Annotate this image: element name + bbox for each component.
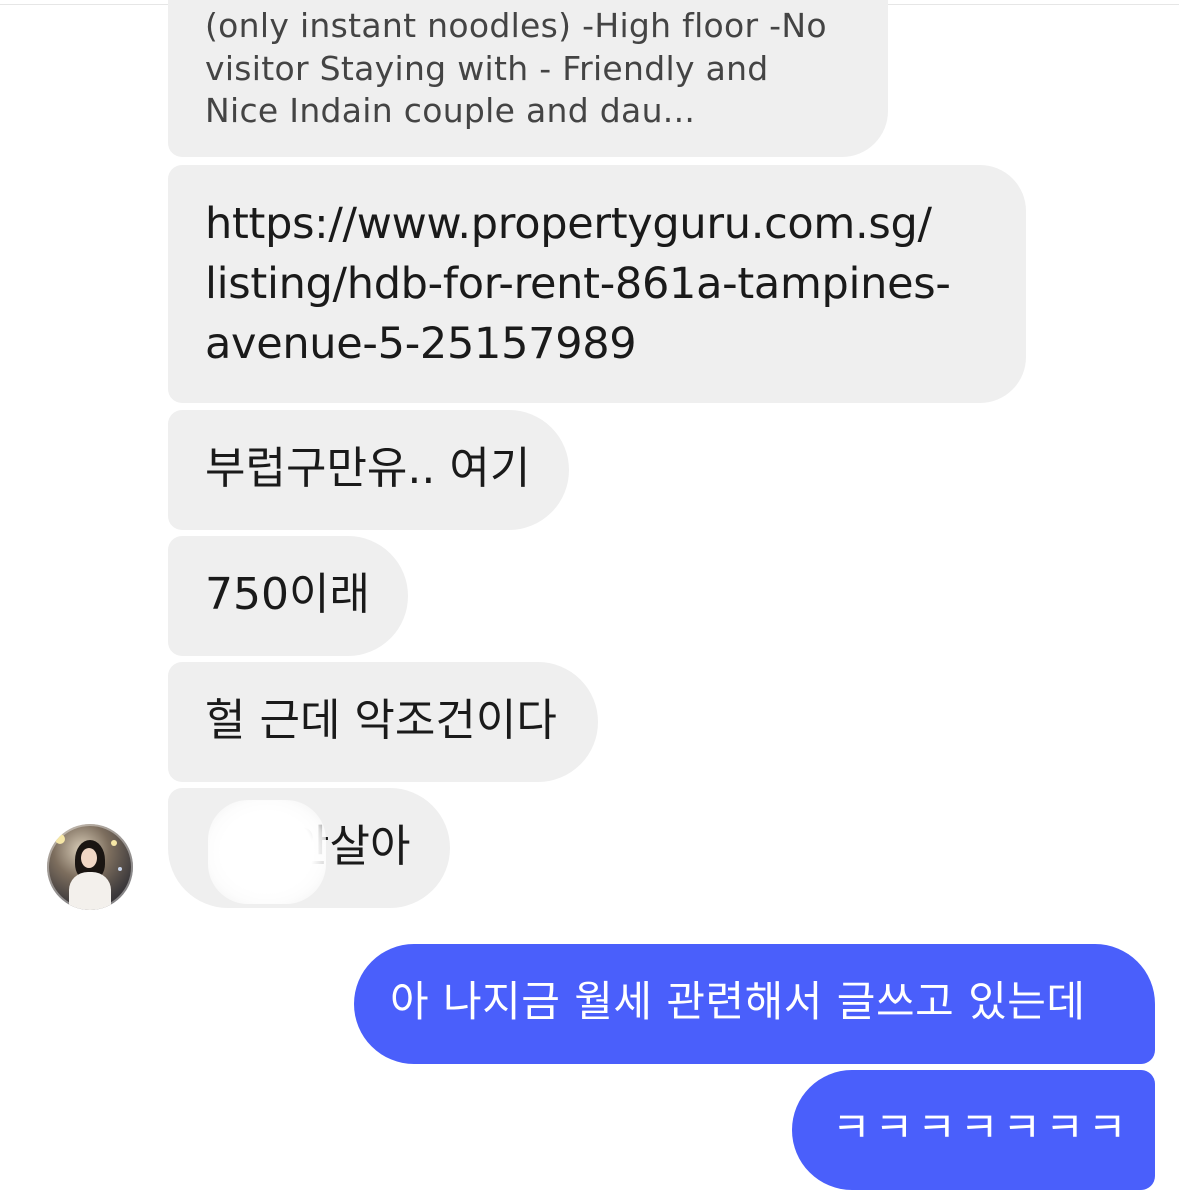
sent-message-text: ㅋㅋㅋㅋㅋㅋㅋ: [832, 1103, 1131, 1152]
listing-preview-bubble[interactable]: (only instant noodles) -High floor -No v…: [168, 0, 888, 157]
redaction-blur: [208, 800, 326, 904]
avatar-shirt: [69, 872, 111, 910]
received-message-text: 750이래: [205, 569, 370, 620]
received-message-text: 헐 근데 악조건이다: [205, 695, 557, 746]
sent-message-text: 아 나지금 월세 관련해서 글쓰고 있는데: [390, 977, 1086, 1026]
received-message-text: 부럽구만유.. 여기: [205, 443, 531, 494]
received-message-bubble[interactable]: 부럽구만유.. 여기: [168, 410, 569, 530]
received-message-bubble[interactable]: 헐 근데 악조건이다: [168, 662, 598, 782]
received-message-bubble[interactable]: 750이래: [168, 536, 408, 656]
listing-link-text[interactable]: https://www.propertyguru.com.sg/ listing…: [205, 194, 1006, 374]
listing-link-bubble[interactable]: https://www.propertyguru.com.sg/ listing…: [168, 165, 1026, 403]
avatar-face: [81, 848, 97, 868]
avatar-background-lights: [55, 834, 65, 844]
listing-preview-text: (only instant noodles) -High floor -No v…: [205, 6, 827, 130]
sent-message-bubble[interactable]: 아 나지금 월세 관련해서 글쓰고 있는데: [354, 944, 1155, 1064]
sent-message-bubble[interactable]: ㅋㅋㅋㅋㅋㅋㅋ: [792, 1070, 1155, 1190]
contact-avatar[interactable]: [47, 824, 133, 910]
